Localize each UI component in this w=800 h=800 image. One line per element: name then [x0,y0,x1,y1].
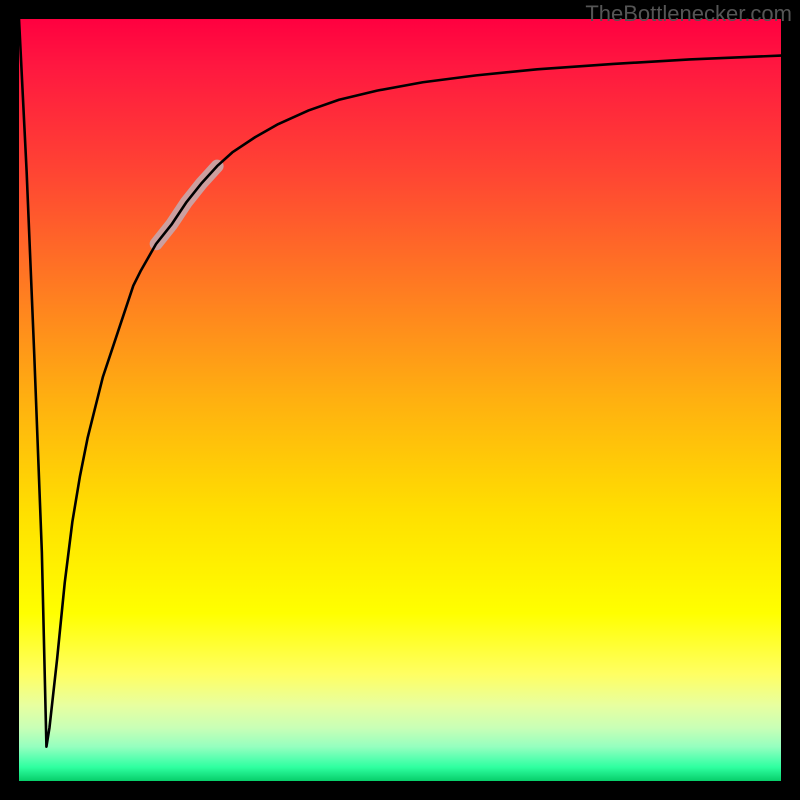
watermark-text: TheBottlenecker.com [585,1,792,27]
frame-bottom [0,781,800,800]
chart-plot-area [19,19,781,781]
frame-left [0,0,19,800]
frame-right [781,0,800,800]
chart-container: TheBottlenecker.com [0,0,800,800]
